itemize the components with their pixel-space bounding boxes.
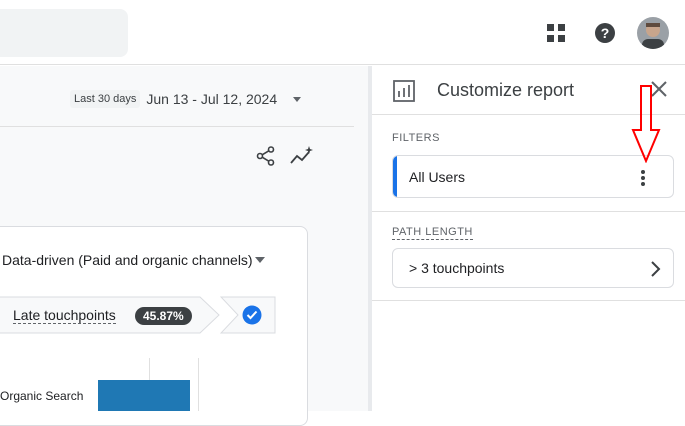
attribution-model-select[interactable]: Data-driven (Paid and organic channels) xyxy=(2,252,265,268)
date-range-picker[interactable]: Last 30 days Jun 13 - Jul 12, 2024 xyxy=(70,88,302,110)
red-arrow-annotation xyxy=(631,85,661,163)
filters-heading: FILTERS xyxy=(392,132,440,144)
insights-icon[interactable] xyxy=(290,146,314,166)
chevron-right-icon xyxy=(649,261,661,277)
chevron-down-icon xyxy=(254,257,265,263)
divider xyxy=(372,300,685,301)
divider xyxy=(372,211,685,212)
model-select-label: Data-driven (Paid and organic channels) xyxy=(2,252,253,268)
touchpoint-label: Late touchpoints xyxy=(13,307,116,324)
apps-icon[interactable] xyxy=(546,23,566,43)
share-icon[interactable] xyxy=(256,146,276,166)
search-input[interactable] xyxy=(0,9,128,57)
path-length-row[interactable]: > 3 touchpoints xyxy=(392,248,674,288)
avatar[interactable] xyxy=(637,17,669,49)
bar-organic-search xyxy=(98,380,190,411)
report-chart-icon xyxy=(393,80,415,102)
grid-line xyxy=(198,358,199,411)
filter-accent-bar xyxy=(393,156,397,197)
svg-text:?: ? xyxy=(601,25,610,41)
help-icon[interactable]: ? xyxy=(594,22,616,44)
touchpoint-badge: 45.87% xyxy=(135,307,192,325)
date-range-text: Jun 13 - Jul 12, 2024 xyxy=(146,91,278,107)
path-length-heading: PATH LENGTH xyxy=(392,226,473,240)
date-preset-chip: Last 30 days xyxy=(70,90,141,108)
more-vert-icon[interactable] xyxy=(637,168,649,188)
bar-category-label: Organic Search xyxy=(0,389,84,403)
panel-title: Customize report xyxy=(437,80,575,100)
top-bar: ? xyxy=(0,0,685,65)
filter-item-label: All Users xyxy=(409,169,466,185)
check-icon[interactable] xyxy=(220,296,276,334)
divider xyxy=(0,126,354,127)
path-length-value: > 3 touchpoints xyxy=(409,260,505,276)
chevron-down-icon xyxy=(293,96,302,102)
